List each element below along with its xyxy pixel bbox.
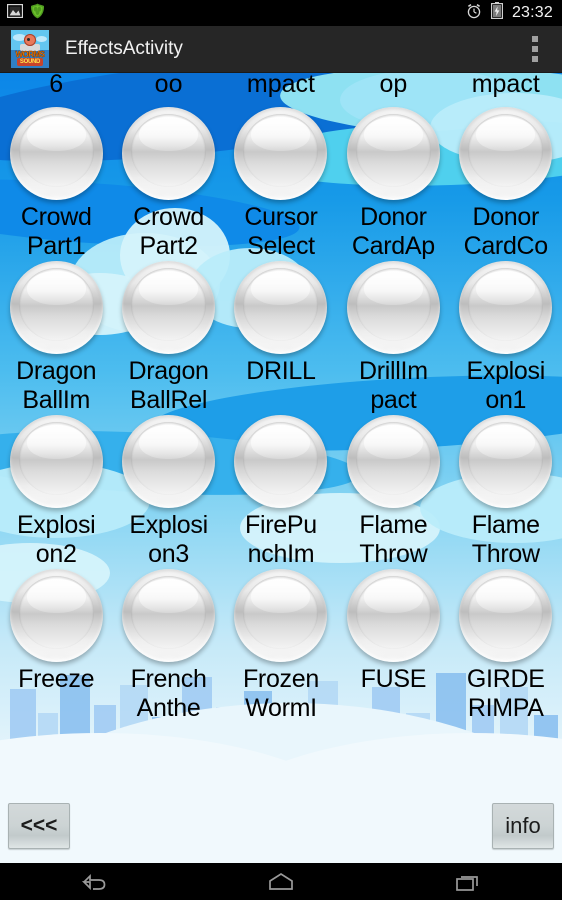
clipped-label: mpact xyxy=(471,73,540,98)
clipped-label: mpact xyxy=(246,73,316,98)
sound-label: Crowd Part1 xyxy=(20,203,92,260)
sound-cell[interactable]: Dragon BallRel xyxy=(112,261,224,415)
sound-button[interactable] xyxy=(459,261,553,354)
clipped-top-row: 6 oo mpact op mpact xyxy=(0,73,562,99)
clipped-label: 6 xyxy=(49,73,64,98)
back-button[interactable]: <<< xyxy=(8,803,70,849)
sound-button[interactable] xyxy=(9,415,103,508)
sound-label: Donor CardAp xyxy=(351,203,435,260)
sound-button[interactable] xyxy=(346,107,440,200)
grid-row: Dragon BallIm Dragon BallRel DRILL Drill… xyxy=(0,261,562,415)
sound-cell[interactable]: Donor CardCo xyxy=(450,107,562,261)
sound-cell[interactable]: DrillIm pact xyxy=(337,261,449,415)
grid-row: Crowd Part1 Crowd Part2 Cursor Select Do… xyxy=(0,107,562,261)
sound-button[interactable] xyxy=(122,569,216,662)
alarm-icon xyxy=(466,3,482,24)
sound-label: FirePu nchIm xyxy=(245,511,317,568)
status-bar-left-icons xyxy=(0,3,45,24)
sound-label: Flame Throw xyxy=(359,511,428,568)
ground-wave xyxy=(0,703,562,863)
sound-button[interactable] xyxy=(234,569,328,662)
sound-label: DRILL xyxy=(246,357,316,385)
status-bar: 23:32 xyxy=(0,0,562,26)
action-bar: WORMS SOUND EffectsActivity xyxy=(0,26,562,73)
sound-button[interactable] xyxy=(459,107,553,200)
app-icon-sound-text: SOUND xyxy=(17,58,43,66)
sound-label: Flame Throw xyxy=(471,511,540,568)
sound-button[interactable] xyxy=(346,261,440,354)
android-nav-bar xyxy=(0,863,562,900)
sound-button[interactable] xyxy=(9,261,103,354)
sound-label: Donor CardCo xyxy=(463,203,549,260)
sound-label: Freeze xyxy=(18,665,95,693)
sound-cell[interactable]: DRILL xyxy=(225,261,337,415)
sound-button[interactable] xyxy=(459,415,553,508)
grid-row: Explosi on2 Explosi on3 FirePu nchIm Fla… xyxy=(0,415,562,569)
sound-label: Explosi on2 xyxy=(16,511,96,568)
sound-label: Frozen WormI xyxy=(242,665,319,722)
sound-cell[interactable]: Explosi on3 xyxy=(112,415,224,569)
sound-cell[interactable]: Flame Throw xyxy=(337,415,449,569)
overflow-menu-icon[interactable] xyxy=(526,30,544,68)
android-screen: 23:32 WORMS SOUND EffectsActivity 6 oo m… xyxy=(0,0,562,900)
status-bar-right-icons: 23:32 xyxy=(466,2,562,24)
sound-cell[interactable]: FUSE xyxy=(337,569,449,723)
sound-cell[interactable]: Frozen WormI xyxy=(225,569,337,723)
sound-cell[interactable]: Dragon BallIm xyxy=(0,261,112,415)
app-icon: WORMS SOUND xyxy=(11,30,49,68)
status-bar-clock: 23:32 xyxy=(511,4,553,21)
screenshot-icon xyxy=(6,3,24,23)
battery-charging-icon xyxy=(490,2,503,24)
clipped-label: oo xyxy=(154,73,183,98)
effects-grid-container[interactable]: 6 oo mpact op mpact Crowd Part1 Crowd Pa… xyxy=(0,73,562,863)
recents-icon[interactable] xyxy=(408,863,528,900)
sound-label: DrillIm pact xyxy=(359,357,428,414)
grid-row: Freeze French Anthe Frozen WormI FUSE GI… xyxy=(0,569,562,723)
sound-cell[interactable]: FirePu nchIm xyxy=(225,415,337,569)
sound-button[interactable] xyxy=(234,261,328,354)
hop-shield-icon xyxy=(30,3,45,24)
sound-button[interactable] xyxy=(122,415,216,508)
back-icon[interactable] xyxy=(34,863,154,900)
sound-button[interactable] xyxy=(346,415,440,508)
sound-cell[interactable]: Crowd Part1 xyxy=(0,107,112,261)
sound-button[interactable] xyxy=(122,261,216,354)
sound-cell[interactable]: Flame Throw xyxy=(450,415,562,569)
home-icon[interactable] xyxy=(221,863,341,900)
sound-label: GIRDE RIMPA xyxy=(466,665,545,722)
sound-label: Crowd Part2 xyxy=(133,203,204,260)
sound-cell[interactable]: GIRDE RIMPA xyxy=(450,569,562,723)
sound-button[interactable] xyxy=(122,107,216,200)
sound-cell[interactable]: Freeze xyxy=(0,569,112,723)
sound-button[interactable] xyxy=(9,107,103,200)
sound-cell[interactable]: Donor CardAp xyxy=(337,107,449,261)
info-button[interactable]: info xyxy=(492,803,554,849)
sound-label: Dragon BallRel xyxy=(128,357,209,414)
sound-cell[interactable]: French Anthe xyxy=(112,569,224,723)
clipped-label: op xyxy=(379,73,408,98)
sound-label: Explosi on1 xyxy=(466,357,546,414)
sound-button[interactable] xyxy=(234,107,328,200)
sound-cell[interactable]: Crowd Part2 xyxy=(112,107,224,261)
effects-grid: Crowd Part1 Crowd Part2 Cursor Select Do… xyxy=(0,107,562,723)
sound-label: FUSE xyxy=(360,665,427,693)
sound-label: French Anthe xyxy=(130,665,207,722)
sound-button[interactable] xyxy=(9,569,103,662)
sound-button[interactable] xyxy=(234,415,328,508)
sound-cell[interactable]: Explosi on1 xyxy=(450,261,562,415)
sound-button[interactable] xyxy=(459,569,553,662)
sound-label: Cursor Select xyxy=(244,203,318,260)
sound-button[interactable] xyxy=(346,569,440,662)
sound-label: Explosi on3 xyxy=(129,511,208,568)
sound-cell[interactable]: Cursor Select xyxy=(225,107,337,261)
page-title: EffectsActivity xyxy=(65,38,183,59)
sound-cell[interactable]: Explosi on2 xyxy=(0,415,112,569)
sound-label: Dragon BallIm xyxy=(16,357,97,414)
